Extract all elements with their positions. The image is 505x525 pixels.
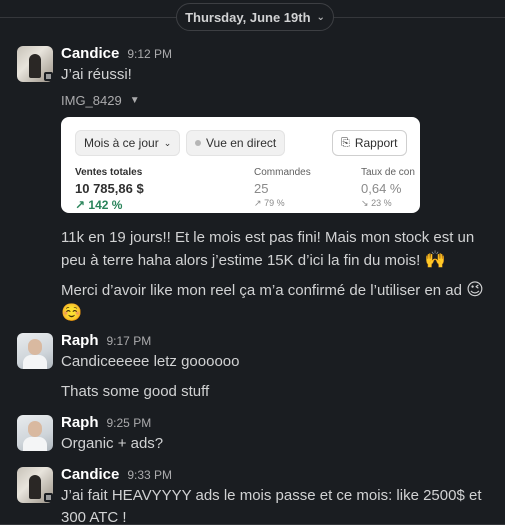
message-text: J’ai fait HEAVYYYY ads le mois passe et …	[61, 487, 482, 525]
timestamp[interactable]: 9:12 PM	[127, 47, 172, 61]
message-header: Candice 9:33 PM	[61, 466, 172, 483]
stat-change-value: 23 %	[371, 198, 392, 208]
timestamp[interactable]: 9:17 PM	[107, 334, 152, 348]
message-header: Raph 9:25 PM	[61, 414, 151, 431]
author-name[interactable]: Candice	[61, 466, 119, 483]
message-text: J’ai réussi!	[61, 66, 132, 83]
status-indicator	[44, 72, 53, 81]
date-divider-button[interactable]: Thursday, June 19th ⌄	[176, 3, 334, 31]
status-indicator	[44, 493, 53, 502]
author-name[interactable]: Raph	[61, 332, 99, 349]
attachment-header[interactable]: IMG_8429 ▼	[61, 93, 140, 108]
stat-conversion-rate: Taux de con 0,64 % ↘ 23 %	[361, 167, 415, 209]
stat-label: Taux de con	[361, 167, 415, 178]
stat-change: ↗ 142 %	[75, 198, 144, 212]
preview-live-button: Vue en direct	[186, 130, 286, 156]
stat-change-value: 142 %	[88, 198, 123, 212]
stat-label: Ventes totales	[75, 167, 143, 178]
caret-down-icon[interactable]: ▼	[130, 95, 140, 106]
stat-value: 25	[254, 181, 269, 196]
preview-month-label: Mois à ce jour	[84, 136, 159, 150]
preview-report-button: ⎘ Rapport	[332, 130, 407, 156]
timestamp[interactable]: 9:25 PM	[107, 416, 152, 430]
preview-report-label: Rapport	[354, 136, 398, 150]
attachment-file-name: IMG_8429	[61, 93, 122, 108]
message-header: Raph 9:17 PM	[61, 332, 151, 349]
stat-change: ↗ 79 %	[254, 198, 311, 209]
stat-change: ↘ 23 %	[361, 198, 415, 209]
stat-total-sales: Ventes totales 10 785,86 $ ↗ 142 %	[75, 167, 144, 212]
timestamp[interactable]: 9:33 PM	[127, 468, 172, 482]
message-text-paragraph: Merci d’avoir like mon reel ça m’a confi…	[61, 279, 489, 325]
stat-orders: Commandes 25 ↗ 79 %	[254, 167, 311, 209]
stat-value: 10 785,86 $	[75, 181, 144, 196]
preview-month-button: Mois à ce jour ⌄	[75, 130, 181, 156]
message-text: Thats some good stuff	[61, 383, 210, 400]
message-header: Candice 9:12 PM	[61, 45, 172, 62]
stat-label: Commandes	[254, 167, 311, 178]
chevron-down-icon: ⌄	[316, 11, 325, 23]
paragraph-text: 11k en 19 jours!! Et le mois est pas fin…	[61, 229, 475, 269]
date-label: Thursday, June 19th	[185, 9, 311, 25]
live-dot-icon	[195, 140, 201, 146]
arrow-up-right-icon: ↗	[254, 198, 262, 208]
message-text: Candiceeeee letz goooooo	[61, 353, 240, 370]
chevron-down-icon: ⌄	[163, 137, 172, 148]
author-name[interactable]: Candice	[61, 45, 119, 62]
winking-face-emoji: 😉	[466, 280, 484, 299]
avatar[interactable]	[17, 333, 53, 369]
author-name[interactable]: Raph	[61, 414, 99, 431]
smiling-face-emoji: ☺️	[61, 303, 83, 322]
avatar[interactable]	[17, 415, 53, 451]
message-text: Organic + ads?	[61, 435, 164, 452]
paragraph-text: Merci d’avoir like mon reel ça m’a confi…	[61, 282, 462, 299]
preview-live-label: Vue en direct	[206, 136, 277, 150]
report-icon: ⎘	[341, 136, 350, 149]
message-text-paragraph: 11k en 19 jours!! Et le mois est pas fin…	[61, 227, 489, 272]
arrow-up-right-icon: ↗	[75, 198, 86, 212]
raised-hands-emoji: 🙌	[424, 250, 446, 269]
image-attachment[interactable]: Mois à ce jour ⌄ Vue en direct ⎘ Rapport…	[61, 117, 420, 213]
stat-change-value: 79 %	[264, 198, 285, 208]
stat-value: 0,64 %	[361, 181, 402, 196]
arrow-down-right-icon: ↘	[361, 198, 369, 208]
